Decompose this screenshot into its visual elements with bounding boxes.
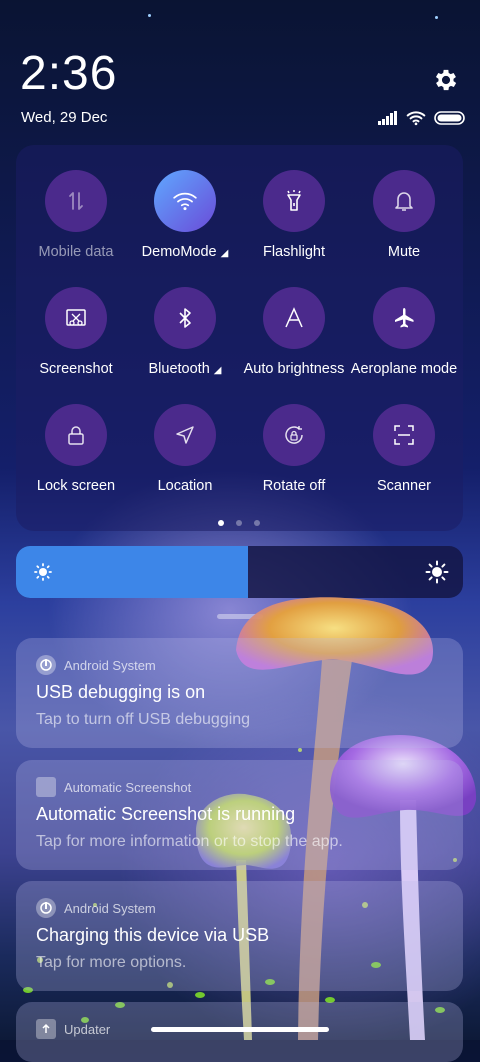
tile-label: Rotate off bbox=[262, 478, 326, 494]
tile-scanner[interactable]: Scanner bbox=[349, 404, 459, 494]
bell-icon bbox=[373, 170, 435, 232]
wifi-icon bbox=[154, 170, 216, 232]
page-dot bbox=[254, 520, 260, 526]
notification-updater[interactable]: Updater bbox=[16, 1002, 463, 1062]
tile-label: DemoMode bbox=[141, 244, 217, 260]
auto-brightness-icon bbox=[263, 287, 325, 349]
android-system-icon bbox=[36, 898, 56, 918]
lock-icon bbox=[45, 404, 107, 466]
tile-screenshot[interactable]: Screenshot bbox=[21, 287, 131, 377]
tile-lock-screen[interactable]: Lock screen bbox=[21, 404, 131, 494]
mobile-data-icon bbox=[45, 170, 107, 232]
bluetooth-icon bbox=[154, 287, 216, 349]
tile-label: Screenshot bbox=[39, 361, 113, 377]
brightness-slider[interactable] bbox=[16, 546, 463, 598]
battery-icon bbox=[434, 111, 465, 125]
tile-auto-brightness[interactable]: Auto brightness bbox=[239, 287, 349, 377]
tile-location[interactable]: Location bbox=[130, 404, 240, 494]
tile-mobile-data[interactable]: Mobile data bbox=[21, 170, 131, 260]
notification-automatic-screenshot[interactable]: Automatic Screenshot Automatic Screensho… bbox=[16, 760, 463, 870]
drag-handle[interactable] bbox=[217, 614, 263, 619]
brightness-low-icon bbox=[34, 563, 52, 581]
notification-app-name: Automatic Screenshot bbox=[64, 779, 192, 795]
tile-bluetooth[interactable]: Bluetooth ◢ bbox=[130, 287, 240, 377]
screenshot-icon bbox=[45, 287, 107, 349]
signal-icon bbox=[378, 111, 397, 125]
tile-rotate-off[interactable]: Rotate off bbox=[239, 404, 349, 494]
expand-triangle-icon: ◢ bbox=[213, 365, 222, 376]
tile-label: Flashlight bbox=[262, 244, 326, 260]
settings-icon[interactable] bbox=[432, 66, 460, 94]
star bbox=[148, 14, 151, 17]
tile-demomode[interactable]: DemoMode ◢ bbox=[130, 170, 240, 260]
notification-text: Tap to turn off USB debugging bbox=[36, 711, 251, 728]
airplane-icon bbox=[373, 287, 435, 349]
notification-app-name: Android System bbox=[64, 900, 156, 916]
tile-label: Mobile data bbox=[38, 244, 114, 260]
rotate-lock-icon bbox=[263, 404, 325, 466]
page-dot-active bbox=[218, 520, 224, 526]
home-indicator[interactable] bbox=[151, 1027, 329, 1032]
tile-label: Aeroplane mode bbox=[350, 361, 458, 377]
wifi-icon bbox=[406, 111, 426, 126]
expand-triangle-icon: ◢ bbox=[220, 248, 229, 259]
notification-text: Tap for more information or to stop the … bbox=[36, 833, 343, 850]
tile-aeroplane-mode[interactable]: Aeroplane mode bbox=[349, 287, 459, 377]
tile-label: Scanner bbox=[376, 478, 431, 494]
notification-title: Automatic Screenshot is running bbox=[36, 804, 296, 824]
status-icons bbox=[378, 110, 466, 126]
star bbox=[435, 16, 438, 19]
notification-charging-usb[interactable]: Android System Charging this device via … bbox=[16, 881, 463, 991]
tile-label: Mute bbox=[387, 244, 421, 260]
page-indicator bbox=[218, 520, 260, 526]
app-icon bbox=[36, 777, 56, 797]
tile-label: Location bbox=[157, 478, 213, 494]
tile-label: Lock screen bbox=[36, 478, 116, 494]
scanner-icon bbox=[373, 404, 435, 466]
notification-app-name: Updater bbox=[64, 1021, 111, 1037]
updater-icon bbox=[36, 1019, 56, 1039]
notification-title: USB debugging is on bbox=[36, 682, 206, 702]
page-dot bbox=[236, 520, 242, 526]
notification-text: Tap for more options. bbox=[36, 954, 187, 971]
notification-app-name: Android System bbox=[64, 657, 156, 673]
notification-usb-debugging[interactable]: Android System USB debugging is on Tap t… bbox=[16, 638, 463, 748]
tile-flashlight[interactable]: Flashlight bbox=[239, 170, 349, 260]
location-icon bbox=[154, 404, 216, 466]
flashlight-icon bbox=[263, 170, 325, 232]
tile-label: Auto brightness bbox=[243, 361, 345, 377]
clock[interactable]: 2:36 bbox=[20, 46, 117, 101]
android-system-icon bbox=[36, 655, 56, 675]
notification-title: Charging this device via USB bbox=[36, 925, 270, 945]
brightness-high-icon bbox=[425, 560, 449, 584]
tile-mute[interactable]: Mute bbox=[349, 170, 459, 260]
date[interactable]: Wed, 29 Dec bbox=[21, 109, 107, 126]
tile-label: Bluetooth bbox=[148, 361, 210, 377]
